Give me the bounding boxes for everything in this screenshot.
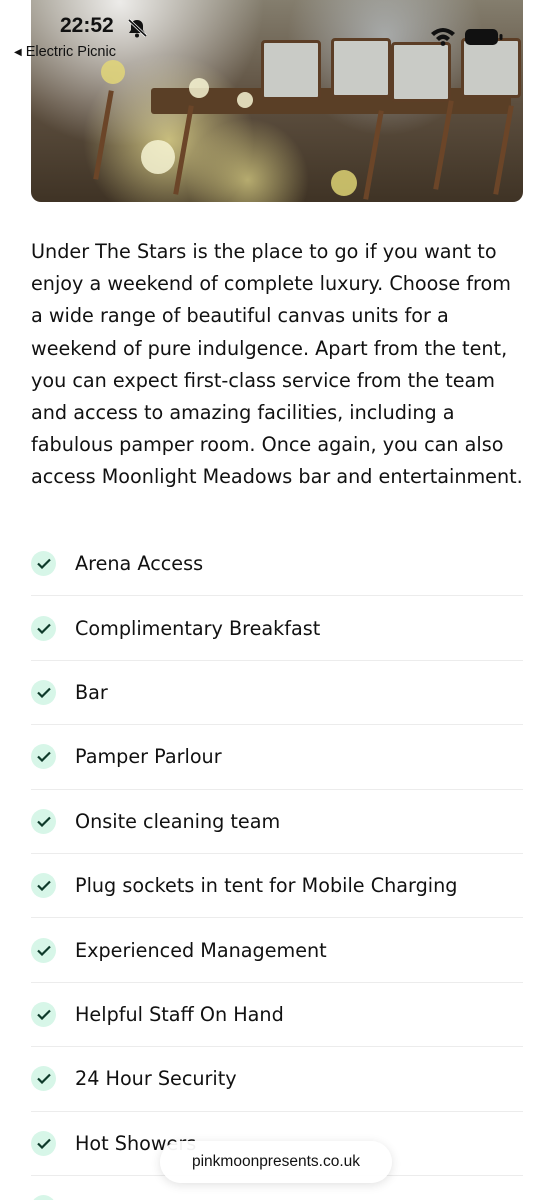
- amenities-list: Arena Access Complimentary Breakfast Bar…: [31, 532, 523, 1200]
- back-label: Electric Picnic: [25, 44, 116, 60]
- back-button[interactable]: ◀ Electric Picnic: [14, 44, 116, 60]
- amenity-label: Helpful Staff On Hand: [75, 1002, 284, 1026]
- wifi-icon: [431, 28, 455, 46]
- list-item: Experienced Management: [31, 918, 523, 983]
- battery-icon: [465, 29, 503, 45]
- status-time: 22:52: [60, 14, 114, 37]
- back-arrow-icon: ◀: [14, 46, 22, 58]
- list-item: Helpful Staff On Hand: [31, 983, 523, 1048]
- list-item: Onsite cleaning team: [31, 790, 523, 854]
- check-icon: [31, 1066, 56, 1092]
- bell-slash-icon: [127, 18, 148, 38]
- amenity-label: Experienced Management: [75, 938, 327, 962]
- check-icon: [31, 1001, 56, 1027]
- list-item: Bar: [31, 661, 523, 726]
- list-item: Complimentary Breakfast: [31, 596, 523, 661]
- check-icon: [31, 808, 56, 834]
- list-item: Plug sockets in tent for Mobile Charging: [31, 854, 523, 919]
- check-icon: [31, 873, 56, 899]
- check-icon: [31, 679, 56, 705]
- list-item: 24 Hour Security: [31, 1047, 523, 1112]
- page: 22:52 ◀ Electric Picnic Under The Stars …: [0, 0, 554, 1200]
- url-bar[interactable]: pinkmoonpresents.co.uk: [160, 1141, 392, 1183]
- amenity-label: 24 Hour Security: [75, 1067, 237, 1091]
- amenity-label: Bar: [75, 680, 108, 704]
- amenity-label: Complimentary Breakfast: [75, 616, 321, 640]
- list-item: Pamper Parlour: [31, 725, 523, 790]
- check-icon: [31, 551, 56, 577]
- amenity-label: Onsite cleaning team: [75, 809, 281, 833]
- amenity-label: Pamper Parlour: [75, 745, 222, 769]
- amenity-label: Arena Access: [75, 552, 204, 576]
- list-item: Arena Access: [31, 532, 523, 597]
- description-text: Under The Stars is the place to go if yo…: [31, 240, 523, 489]
- check-icon: [31, 744, 56, 770]
- amenity-label: Plug sockets in tent for Mobile Charging: [75, 874, 458, 898]
- check-icon: [31, 937, 56, 963]
- check-icon: [31, 1195, 56, 1200]
- check-icon: [31, 1130, 56, 1156]
- url-domain: pinkmoonpresents.co.uk: [191, 1153, 360, 1170]
- check-icon: [31, 615, 56, 641]
